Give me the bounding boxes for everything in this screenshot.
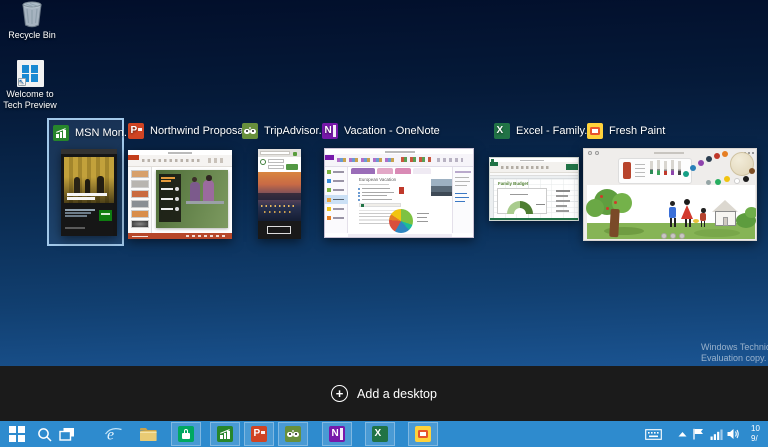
desktop-icon-label-line2: Tech Preview [3, 100, 57, 110]
plus-circle-icon: + [331, 385, 348, 402]
taskbar-app-powerpoint[interactable]: P [244, 422, 274, 446]
taskbar-app-msn-money[interactable] [210, 422, 240, 446]
excel-sheet-title: Family Budget [498, 181, 528, 186]
desktop-icon-label-line1: Welcome to [6, 89, 53, 99]
evaluation-watermark: Windows Technic Evaluation copy. B [701, 342, 768, 364]
start-button[interactable] [5, 421, 29, 447]
clock-time: 10 [751, 424, 768, 434]
recycle-bin-icon [19, 1, 45, 28]
powerpoint-icon: P [251, 426, 267, 442]
volume-button[interactable] [727, 421, 740, 447]
desktop-icon-label: Recycle Bin [8, 30, 56, 40]
task-view-bottom-bar: + Add a desktop [0, 366, 768, 421]
task-view-icon [59, 427, 75, 441]
window-preview-msn-money[interactable] [61, 149, 117, 236]
clock[interactable]: 10 9/ [751, 424, 768, 444]
window-preview-excel[interactable]: Family Budget [489, 157, 579, 221]
windows-logo-icon [9, 426, 25, 442]
onenote-icon: N [329, 426, 345, 442]
show-hidden-icons-button[interactable] [678, 421, 687, 447]
onenote-page-title: European Vacation [359, 177, 396, 182]
file-explorer-icon [139, 427, 157, 442]
fresh-paint-icon [587, 123, 603, 139]
thumbnail-title: Vacation - OneNote [344, 125, 440, 137]
desktop: Recycle Bin ↖ Welcome to Tech Preview MS… [0, 0, 768, 447]
shortcut-arrow-icon: ↖ [18, 78, 26, 86]
network-signal-icon [710, 429, 723, 440]
tripadvisor-icon [285, 426, 301, 442]
msn-money-icon [53, 125, 69, 141]
desktop-icon-welcome[interactable]: ↖ Welcome to Tech Preview [0, 60, 60, 111]
fresh-paint-icon [415, 426, 431, 442]
thumbnail-title: Fresh Paint [609, 125, 665, 137]
task-thumbnail-powerpoint[interactable]: P Northwind Proposa... [124, 118, 236, 244]
store-icon [178, 426, 194, 442]
desktop-icon-recycle-bin[interactable]: Recycle Bin [2, 1, 62, 41]
tripadvisor-icon [242, 123, 258, 139]
task-thumbnail-excel[interactable]: X Excel - Family... Family Budget [485, 118, 585, 228]
chevron-up-icon [678, 431, 687, 437]
onenote-icon: N [322, 123, 338, 139]
speaker-icon [727, 428, 740, 440]
excel-icon: X [372, 426, 388, 442]
flag-icon [693, 428, 704, 440]
add-desktop-button[interactable]: + Add a desktop [331, 385, 437, 402]
file-explorer-button[interactable] [136, 421, 160, 447]
network-button[interactable] [710, 421, 723, 447]
search-button[interactable] [33, 421, 55, 447]
taskbar-app-excel[interactable]: X [365, 422, 395, 446]
taskbar-app-store[interactable] [171, 422, 201, 446]
window-preview-onenote[interactable]: European Vacation [324, 148, 474, 238]
touch-keyboard-icon [645, 429, 662, 440]
taskbar-app-onenote[interactable]: N [322, 422, 352, 446]
task-thumbnail-msn-money[interactable]: MSN Mon... [47, 118, 124, 246]
task-thumbnail-tripadvisor[interactable]: TripAdvisor... [238, 118, 306, 244]
window-preview-fresh-paint[interactable] [583, 148, 757, 241]
touch-keyboard-button[interactable] [645, 421, 662, 447]
task-view-button[interactable] [56, 421, 78, 447]
internet-explorer-icon: e [104, 425, 123, 443]
task-thumbnail-fresh-paint[interactable]: Fresh Paint [579, 118, 761, 245]
clock-date: 9/ [751, 434, 768, 444]
excel-icon: X [494, 123, 510, 139]
watermark-line2: Evaluation copy. B [701, 353, 768, 364]
taskbar-app-tripadvisor[interactable] [278, 422, 308, 446]
powerpoint-icon: P [128, 123, 144, 139]
add-desktop-label: Add a desktop [357, 387, 437, 401]
watermark-line1: Windows Technic [701, 342, 768, 353]
window-preview-powerpoint[interactable] [128, 150, 232, 239]
window-preview-tripadvisor[interactable] [258, 149, 301, 239]
taskbar-app-fresh-paint[interactable] [408, 422, 438, 446]
msn-money-icon [217, 426, 233, 442]
task-thumbnail-onenote[interactable]: N Vacation - OneNote European Vacation [318, 118, 478, 244]
internet-explorer-button[interactable]: e [101, 421, 125, 447]
action-center-button[interactable] [693, 421, 704, 447]
taskbar: e P N X [0, 421, 768, 447]
search-icon [37, 427, 52, 442]
welcome-tile-icon: ↖ [17, 60, 44, 87]
